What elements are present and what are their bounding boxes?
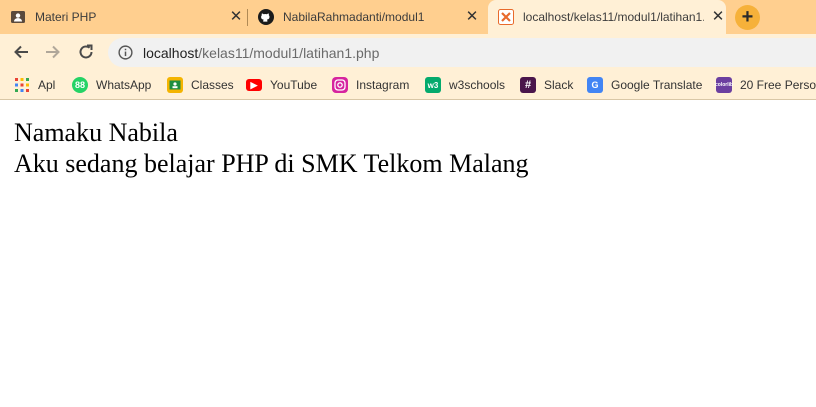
study-line: Aku sedang belajar PHP di SMK Telkom Mal… <box>14 149 529 178</box>
bookmark-youtube[interactable]: ▶ YouTube <box>246 76 317 94</box>
w3schools-icon: w3 <box>425 77 441 93</box>
bookmark-google-translate[interactable]: G Google Translate <box>587 76 702 94</box>
youtube-icon: ▶ <box>246 79 262 91</box>
bookmark-label: w3schools <box>449 78 506 92</box>
bookmark-apps[interactable]: Apl <box>14 76 55 94</box>
url-path: /kelas11/modul1/latihan1.php <box>198 45 380 61</box>
bookmark-label: WhatsApp <box>96 78 152 92</box>
slack-icon: # <box>520 77 536 93</box>
close-icon[interactable]: ✕ <box>464 9 480 25</box>
tab-title: NabilaRahmadanti/modul1 <box>283 10 425 24</box>
bookmarks-bar: Apl 88 WhatsApp Classes ▶ YouTube Instag… <box>0 70 816 100</box>
whatsapp-icon: 88 <box>72 77 88 93</box>
forward-arrow-icon <box>46 45 60 59</box>
forward-button[interactable] <box>42 41 64 63</box>
back-button[interactable] <box>10 41 32 63</box>
bookmark-label: 20 Free Person <box>740 78 816 92</box>
xampp-icon <box>498 9 514 25</box>
toolbar: localhost/kelas11/modul1/latihan1.php <box>0 34 816 70</box>
url-host: localhost <box>143 45 199 61</box>
bookmark-whatsapp[interactable]: 88 WhatsApp <box>72 76 151 94</box>
bookmark-label: Google Translate <box>611 78 703 92</box>
close-icon[interactable]: ✕ <box>710 9 726 25</box>
bookmark-label: Classes <box>191 78 234 92</box>
new-tab-button[interactable]: + <box>735 5 760 30</box>
reload-icon <box>79 44 93 59</box>
bookmark-w3schools[interactable]: w3 w3schools <box>425 76 505 94</box>
back-arrow-icon <box>14 45 28 59</box>
reload-button[interactable] <box>75 41 97 63</box>
instagram-icon <box>332 77 348 93</box>
greeting-line: Namaku Nabila <box>14 118 178 147</box>
classroom-icon <box>167 77 183 93</box>
tab-strip: Materi PHP ✕ NabilaRahmadanti/modul1 ✕ l… <box>0 0 816 34</box>
bookmark-label: Instagram <box>356 78 410 92</box>
page-content: Namaku Nabila Aku sedang belajar PHP di … <box>14 117 529 179</box>
tab-title: Materi PHP <box>35 10 97 24</box>
bookmark-label: YouTube <box>270 78 318 92</box>
bookmark-label: Apl <box>38 78 56 92</box>
address-bar[interactable]: localhost/kelas11/modul1/latihan1.php <box>108 38 816 67</box>
bookmark-classes[interactable]: Classes <box>167 76 234 94</box>
colorlib-icon: colorlib <box>715 77 733 93</box>
bookmark-instagram[interactable]: Instagram <box>332 76 409 94</box>
close-icon[interactable]: ✕ <box>228 9 244 25</box>
tab-separator <box>247 9 248 26</box>
tab-materi-php[interactable]: Materi PHP ✕ <box>10 0 244 34</box>
tab-github[interactable]: NabilaRahmadanti/modul1 ✕ <box>258 0 480 34</box>
tab-localhost[interactable]: localhost/kelas11/modul1/latihan1.php ✕ <box>488 0 726 34</box>
info-icon[interactable] <box>118 45 133 60</box>
bookmark-label: Slack <box>544 78 574 92</box>
apps-grid-icon <box>14 77 30 93</box>
contact-card-icon <box>10 9 26 25</box>
bookmark-slack[interactable]: # Slack <box>520 76 573 94</box>
address-url[interactable]: localhost/kelas11/modul1/latihan1.php <box>143 45 379 61</box>
tab-title: localhost/kelas11/modul1/latihan1.php <box>523 10 704 24</box>
google-translate-icon: G <box>587 77 603 93</box>
github-icon <box>258 9 274 25</box>
bookmark-free-person[interactable]: colorlib 20 Free Person <box>715 76 816 94</box>
